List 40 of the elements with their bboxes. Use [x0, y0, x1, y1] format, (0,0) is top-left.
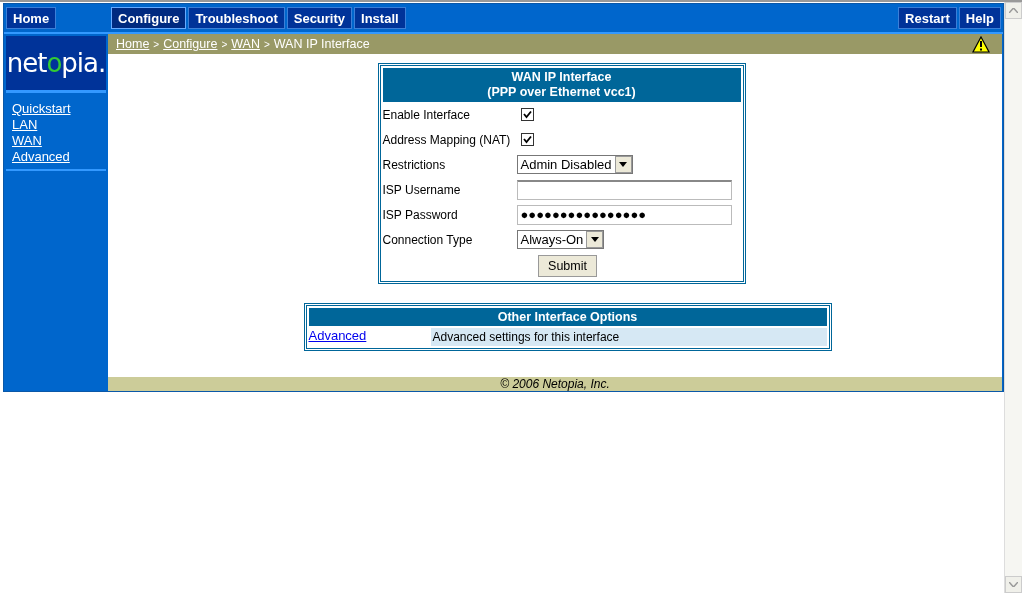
scroll-down-button[interactable] [1005, 576, 1022, 593]
sidebar-link[interactable]: WAN [12, 133, 100, 149]
form-subtitle: (PPP over Ethernet vcc1) [487, 85, 636, 100]
password-field[interactable]: ●●●●●●●●●●●●●●●● [516, 204, 732, 225]
field-label: ISP Password [382, 207, 459, 222]
sidebar-link[interactable]: LAN [12, 117, 100, 133]
username-field[interactable] [516, 179, 732, 200]
form-title: WAN IP Interface [511, 70, 612, 85]
sidebar-link[interactable]: Quickstart [12, 101, 100, 117]
sidebar-link[interactable]: Advanced [12, 149, 100, 165]
field-label: Connection Type [382, 232, 474, 247]
nav-tab[interactable]: Configure [111, 7, 187, 29]
breadcrumb-separator: > [221, 38, 228, 50]
nav-tab[interactable]: Troubleshoot [188, 7, 285, 29]
scroll-up-button[interactable] [1005, 2, 1022, 19]
caret-icon [590, 237, 599, 242]
breadcrumb-separator: > [153, 38, 160, 50]
field-label: ISP Username [382, 182, 462, 197]
scrollbar[interactable] [1004, 2, 1022, 593]
field-label: Enable Interface [382, 107, 471, 122]
breadcrumb-current: WAN IP Interface [273, 37, 370, 51]
copyright-text: © 2006 Netopia, Inc. [500, 377, 610, 391]
caret-icon [619, 162, 628, 167]
advanced-link[interactable]: Advanced [308, 328, 367, 343]
breadcrumb-separator: > [263, 38, 270, 50]
dropdown[interactable]: Admin Disabled [516, 155, 633, 174]
dropdown[interactable]: Always-On [516, 230, 605, 249]
nav-tab[interactable]: Restart [898, 7, 957, 29]
nav-tab[interactable]: Help [958, 7, 1001, 29]
nav-tab[interactable]: Install [354, 7, 406, 29]
field-label: Restrictions [382, 157, 447, 172]
checkbox[interactable] [520, 108, 534, 121]
nav-tab[interactable]: Security [286, 7, 353, 29]
nav-tab[interactable]: Home [6, 7, 57, 29]
option-description: Advanced settings for this interface [430, 328, 827, 346]
field-label: Address Mapping (NAT) [382, 132, 512, 147]
submit-button[interactable]: Submit [538, 255, 597, 277]
options-title: Other Interface Options [308, 308, 827, 326]
logo: netopia. [6, 36, 106, 93]
checkbox[interactable] [520, 133, 534, 146]
